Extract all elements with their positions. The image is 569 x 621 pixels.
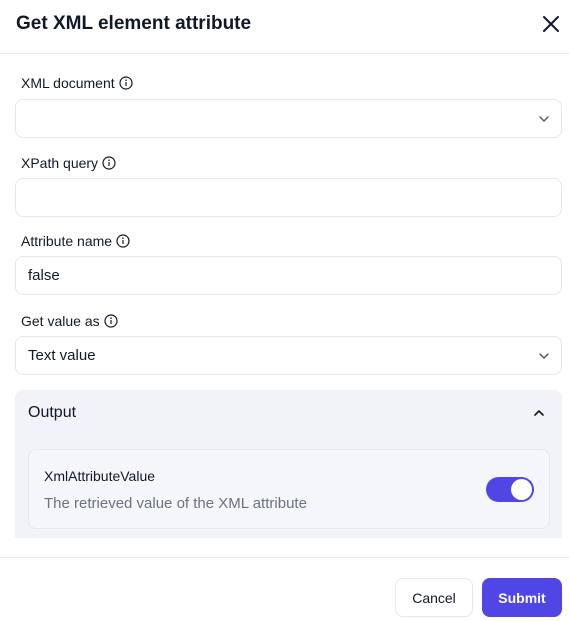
xpath-query-input[interactable] (15, 178, 562, 217)
dialog-header: Get XML element attribute (0, 0, 569, 54)
get-value-as-value: Text value (28, 347, 96, 364)
chevron-down-icon (537, 349, 551, 363)
get-value-as-label-row: Get value as (21, 313, 118, 329)
xml-document-label: XML document (21, 75, 115, 91)
get-value-as-select[interactable]: Text value (15, 336, 562, 375)
cancel-button[interactable]: Cancel (395, 578, 473, 617)
attribute-name-input[interactable]: false (15, 256, 562, 295)
attribute-name-value: false (28, 267, 60, 284)
output-panel: Output XmlAttributeValue The retrieved v… (15, 390, 562, 538)
output-variable-name: XmlAttributeValue (44, 468, 156, 484)
info-icon[interactable] (104, 314, 118, 328)
output-variable-description: The retrieved value of the XML attribute (44, 495, 307, 512)
info-icon[interactable] (116, 234, 130, 248)
chevron-down-icon (537, 112, 551, 126)
toggle-knob (511, 479, 532, 500)
info-icon[interactable] (102, 156, 116, 170)
chevron-up-icon[interactable] (532, 406, 546, 420)
attribute-name-label-row: Attribute name (21, 233, 130, 249)
close-icon[interactable] (540, 13, 562, 35)
output-variable-toggle[interactable] (486, 477, 534, 502)
xpath-query-label-row: XPath query (21, 155, 116, 171)
xpath-query-label: XPath query (21, 155, 99, 171)
xml-document-select[interactable] (15, 99, 562, 138)
submit-button[interactable]: Submit (482, 578, 562, 617)
get-value-as-label: Get value as (21, 313, 100, 329)
footer-divider (0, 557, 569, 558)
output-variable-card: XmlAttributeValue The retrieved value of… (28, 449, 550, 529)
info-icon[interactable] (119, 76, 133, 90)
xml-document-label-row: XML document (21, 75, 133, 91)
output-title[interactable]: Output (28, 404, 76, 422)
dialog-title: Get XML element attribute (16, 13, 252, 34)
attribute-name-label: Attribute name (21, 233, 113, 249)
